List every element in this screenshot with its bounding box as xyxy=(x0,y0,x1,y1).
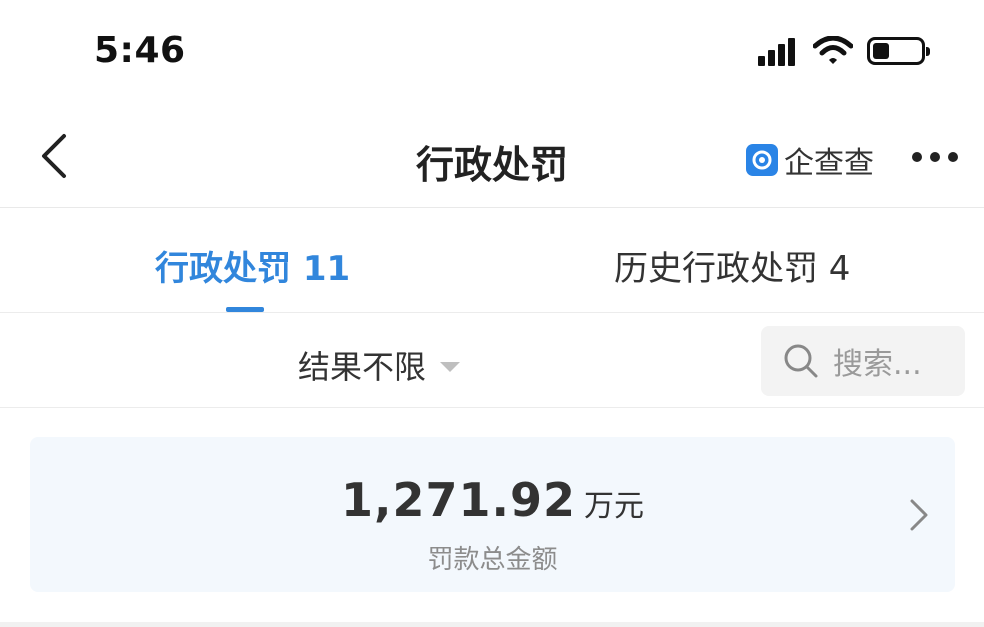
status-bar: 5:46 xyxy=(0,0,984,100)
result-filter-label: 结果不限 xyxy=(298,348,427,386)
amount-line: 1,271.92 万元 xyxy=(30,473,955,527)
qcc-logo-icon xyxy=(746,144,778,176)
brand-logo[interactable]: 企查查 xyxy=(746,138,874,182)
brand-text: 企查查 xyxy=(784,146,874,181)
fine-total-card[interactable]: 1,271.92 万元 罚款总金额 xyxy=(30,437,955,592)
active-tab-indicator xyxy=(226,307,264,312)
search-placeholder: 搜索... xyxy=(833,347,922,382)
tab-bar: 行政处罚 11 历史行政处罚 4 xyxy=(0,209,984,313)
tab-historical-administrative-penalty[interactable]: 历史行政处罚 4 xyxy=(614,241,850,290)
cellular-signal-icon xyxy=(758,36,795,66)
result-filter-dropdown[interactable]: 结果不限 xyxy=(298,342,461,388)
fine-total-label: 罚款总金额 xyxy=(427,545,558,575)
chevron-right-icon xyxy=(910,499,928,531)
filter-row: 结果不限 搜索... xyxy=(0,314,984,408)
battery-level xyxy=(873,43,889,59)
fine-total-amount: 1,271.92 xyxy=(341,473,576,527)
status-time: 5:46 xyxy=(94,30,186,71)
tab-administrative-penalty[interactable]: 行政处罚 11 xyxy=(155,241,350,290)
battery-icon xyxy=(867,37,930,65)
status-icons xyxy=(758,36,930,66)
caret-down-icon xyxy=(440,362,461,372)
fine-total-unit: 万元 xyxy=(584,489,644,524)
nav-bar: 行政处罚 企查查 xyxy=(0,100,984,208)
more-options-icon[interactable] xyxy=(912,152,958,162)
search-icon xyxy=(784,344,818,378)
search-input[interactable]: 搜索... xyxy=(761,326,965,396)
section-divider xyxy=(0,622,984,627)
wifi-icon xyxy=(813,36,853,64)
